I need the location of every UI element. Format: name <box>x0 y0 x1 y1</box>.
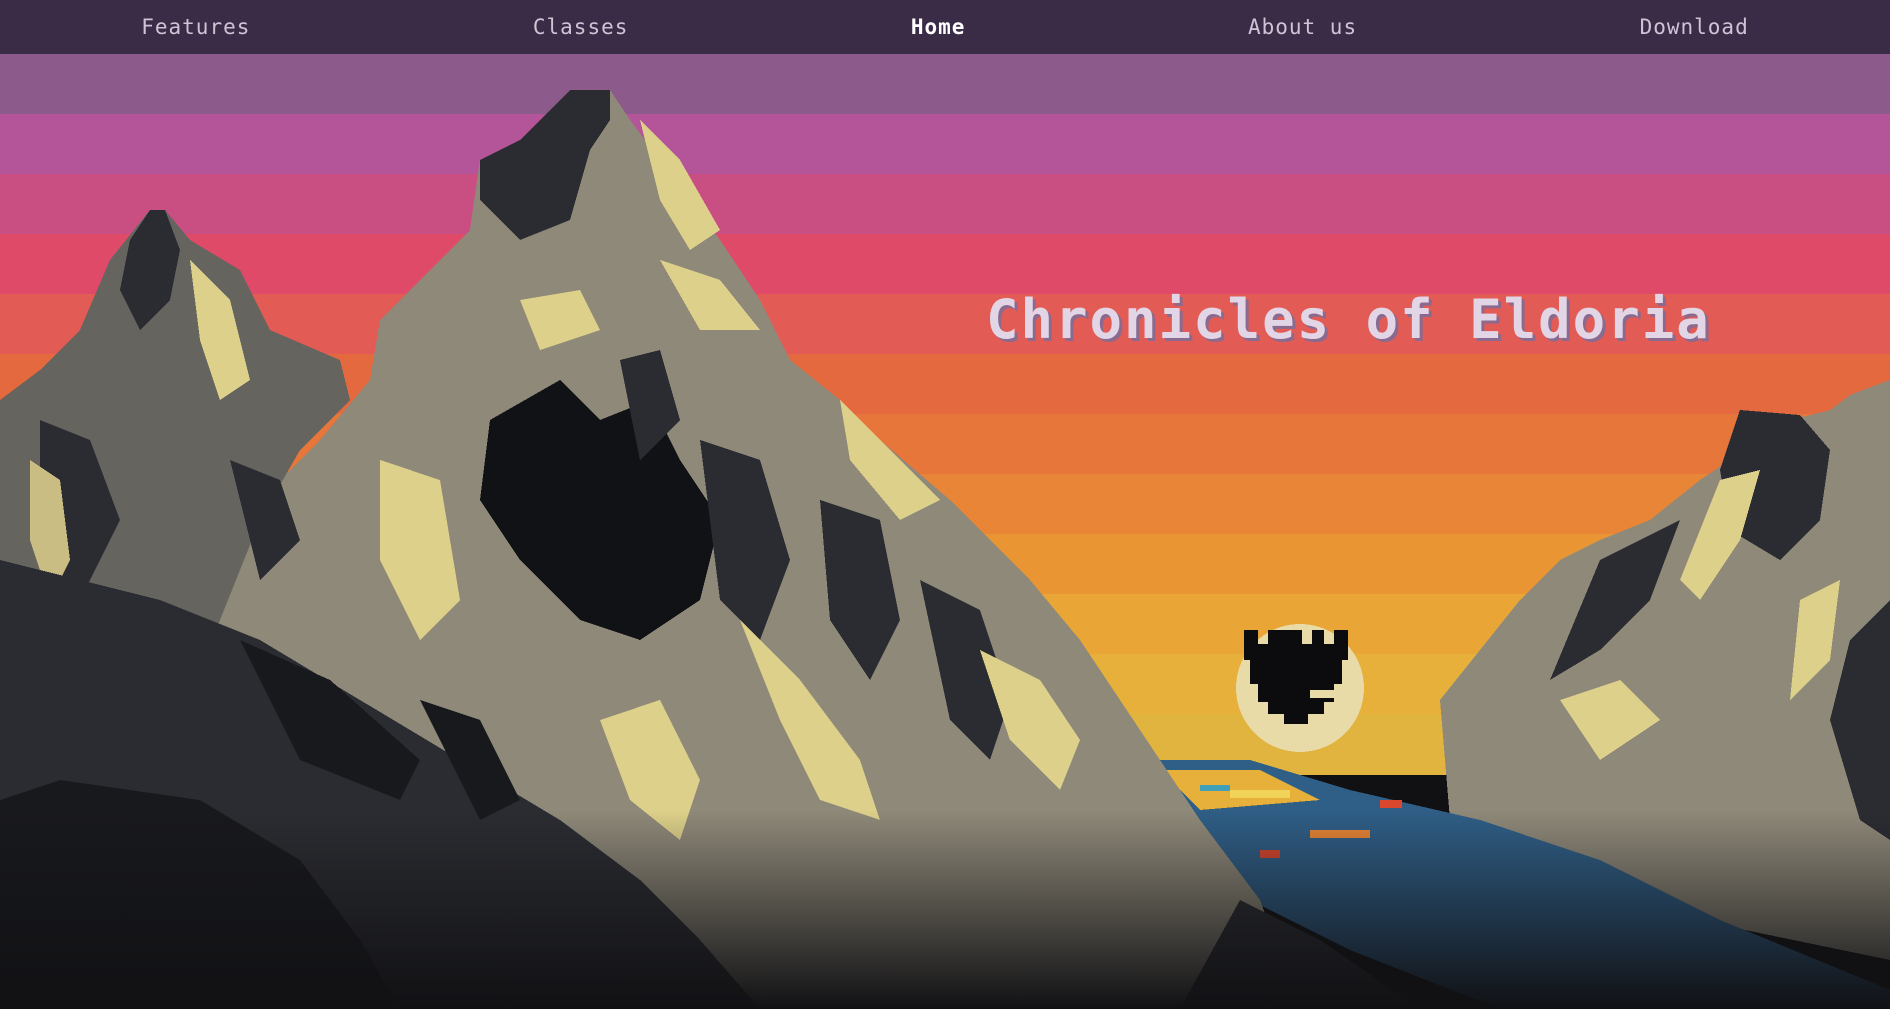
nav-link-download[interactable]: Download <box>1640 15 1749 39</box>
bottom-fade-overlay <box>0 810 1890 1009</box>
game-title: Chronicles of Eldoria <box>986 288 1711 352</box>
sky-band <box>0 174 1890 235</box>
nav-link-home[interactable]: Home <box>911 15 966 39</box>
nav-link-classes[interactable]: Classes <box>533 15 629 39</box>
nav-link-about-us[interactable]: About us <box>1248 15 1357 39</box>
moon-with-silhouette <box>1236 624 1364 752</box>
top-navbar: Features Classes Home About us Download <box>0 0 1890 54</box>
nav-link-features[interactable]: Features <box>141 15 250 39</box>
game-landing-page: Features Classes Home About us Download <box>0 0 1890 1009</box>
sky-band <box>0 114 1890 175</box>
hero-pixel-art-background <box>0 54 1890 1009</box>
sky-band <box>0 234 1890 295</box>
sky-band <box>0 54 1890 115</box>
